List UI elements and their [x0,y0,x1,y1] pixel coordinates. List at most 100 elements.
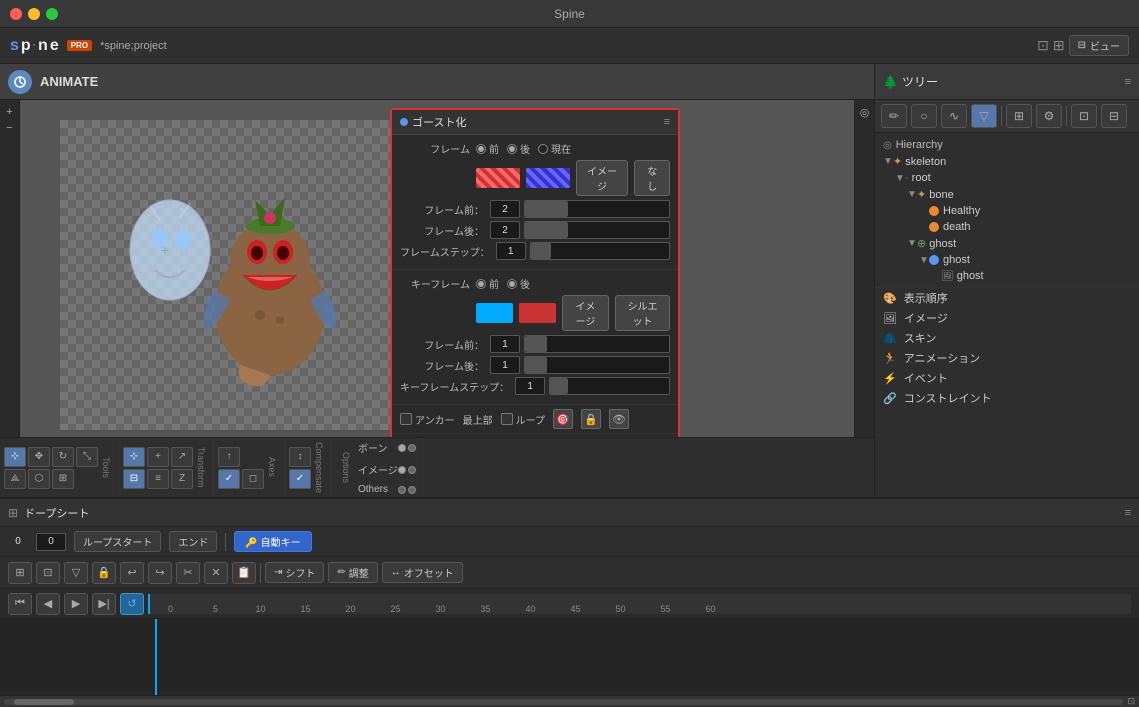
kf-step-input[interactable] [515,377,545,395]
transform-btn6[interactable]: Z [171,469,193,489]
weight-tool-btn[interactable]: ⬡ [28,469,50,489]
axes-btn1[interactable]: ↑ [218,447,240,467]
mesh-tool-btn[interactable]: ⊞ [52,469,74,489]
pb-play[interactable]: ▶ [64,593,88,615]
transform-btn2[interactable]: + [147,447,169,467]
end-btn[interactable]: エンド [169,531,217,552]
tree-item-healthy[interactable]: ▶ Healthy [875,203,1139,219]
frame-image-btn[interactable]: イメージ [576,160,629,196]
transform-btn5[interactable]: ≡ [147,469,169,489]
ttb-filter[interactable]: ▽ [64,562,88,584]
frame-after-slider[interactable] [524,221,670,239]
frame-before-color[interactable] [476,168,520,188]
anchor-eye-icon[interactable]: 👁 [609,409,629,429]
frame-after-radio[interactable]: 後 [507,141,530,156]
anchor-lock-icon[interactable]: 🔒 [581,409,601,429]
transform-btn1[interactable]: ⊹ [123,447,145,467]
tree-item-skeleton[interactable]: ▼ ✦ skeleton [875,153,1139,170]
tree-tool-copy[interactable]: ⊡ [1071,104,1097,128]
kf-before-color[interactable] [476,303,513,323]
comp-btn2[interactable]: ✓ [289,469,311,489]
view-toggle-icon[interactable]: ◎ [860,106,870,119]
tree-item-death[interactable]: ▶ death [875,219,1139,235]
comp-btn1[interactable]: ↕ [289,447,311,467]
tree-tool-curve[interactable]: ∿ [941,104,967,128]
frame-current-radio[interactable]: 現在 [538,141,571,156]
kf-step-slider[interactable] [549,377,670,395]
kf-before-frames-input[interactable] [490,335,520,353]
tree-tool-draw[interactable]: ✏ [881,104,907,128]
tree-item-images[interactable]: 🖼 イメージ [875,308,1139,328]
ttb-delete[interactable]: ✕ [204,562,228,584]
ttb-add[interactable]: ⊞ [8,562,32,584]
tree-item-event[interactable]: ⚡ イベント [875,368,1139,388]
tree-tool-filter[interactable]: ▽ [971,104,997,128]
zoom-in-icon[interactable]: + [6,106,12,118]
kf-image-btn[interactable]: イメージ [562,295,609,331]
adjust-btn[interactable]: ✏ 調整 [328,562,377,583]
kf-after-color[interactable] [519,303,556,323]
axes-btn2[interactable]: ✓ [218,469,240,489]
ttb-redo[interactable]: ↪ [148,562,172,584]
shear-tool-btn[interactable]: ⟁ [4,469,26,489]
ghost-menu-icon[interactable]: ≡ [664,116,670,128]
anchor-tool-icon[interactable]: 🎯 [553,409,573,429]
scrollbar-thumb[interactable] [14,699,74,705]
kf-after-radio[interactable]: 後 [507,276,530,291]
zoom-out-icon[interactable]: − [6,122,12,134]
frame-after-color[interactable] [526,168,570,188]
tree-tool-frame[interactable]: ⊞ [1006,104,1032,128]
frame-none-btn[interactable]: なし [634,160,670,196]
ttb-undo[interactable]: ↩ [120,562,144,584]
frame-step-input[interactable] [496,242,526,260]
pb-first[interactable]: ⏮ [8,593,32,615]
tree-item-ghost-circle[interactable]: ▼ ghost [875,252,1139,268]
tile-icon[interactable]: ⊞ [1053,37,1065,54]
tree-item-animation[interactable]: 🏃 アニメーション [875,348,1139,368]
tree-menu-icon[interactable]: ≡ [1125,76,1131,88]
close-button[interactable] [10,8,22,20]
scale-tool-btn[interactable]: ⤡ [76,447,98,467]
frame-step-slider[interactable] [530,242,670,260]
axes-btn3[interactable]: ◻ [242,469,264,489]
tree-item-root[interactable]: ▼ · root [875,170,1139,186]
tree-tool-layers[interactable]: ⊟ [1101,104,1127,128]
select-tool-btn[interactable]: ⊹ [4,447,26,467]
tree-tool-circle[interactable]: ○ [911,104,937,128]
timeline-scrollbar[interactable]: ⊡ [0,695,1139,707]
others-dot2[interactable] [408,486,416,494]
pb-next[interactable]: ▶| [92,593,116,615]
tree-tool-settings[interactable]: ⚙ [1036,104,1062,128]
image-dot2[interactable] [408,466,416,474]
rotate-tool-btn[interactable]: ↻ [52,447,74,467]
loop-start-btn[interactable]: ループスタート [74,531,161,552]
kf-before-slider[interactable] [524,335,670,353]
bone-dot2[interactable] [408,444,416,452]
ttb-copy[interactable]: ⊡ [36,562,60,584]
ttb-lock[interactable]: 🔒 [92,562,116,584]
minimize-icon[interactable]: ⊡ [1037,37,1049,54]
kf-before-radio[interactable]: 前 [476,276,499,291]
shift-btn[interactable]: ⇥ シフト [265,562,324,583]
ttb-cut[interactable]: ✂ [176,562,200,584]
frame-before-slider[interactable] [524,200,670,218]
transform-btn4[interactable]: ⊟ [123,469,145,489]
transform-btn3[interactable]: ↗ [171,447,193,467]
offset-btn[interactable]: ↔ オフセット [382,562,463,583]
frame-before-radio[interactable]: 前 [476,141,499,156]
frame-before-frames-input[interactable] [490,200,520,218]
move-tool-btn[interactable]: ✥ [28,447,50,467]
kf-after-slider[interactable] [524,356,670,374]
ttb-paste[interactable]: 📋 [232,562,256,584]
tree-item-draworder[interactable]: 🎨 表示順序 [875,288,1139,308]
frame-after-frames-input[interactable] [490,221,520,239]
tree-item-constraint[interactable]: 🔗 コンストレイント [875,388,1139,408]
others-dot1[interactable] [398,486,406,494]
loop-checkbox[interactable]: ループ [501,412,545,427]
anchor-checkbox[interactable]: アンカー [400,412,455,427]
kf-silhouette-btn[interactable]: シルエット [615,295,670,331]
bone-dot1[interactable] [398,444,406,452]
auto-key-btn[interactable]: 🔑 自動キー [234,531,311,552]
timeline-menu-icon[interactable]: ≡ [1125,507,1131,519]
minimize-button[interactable] [28,8,40,20]
